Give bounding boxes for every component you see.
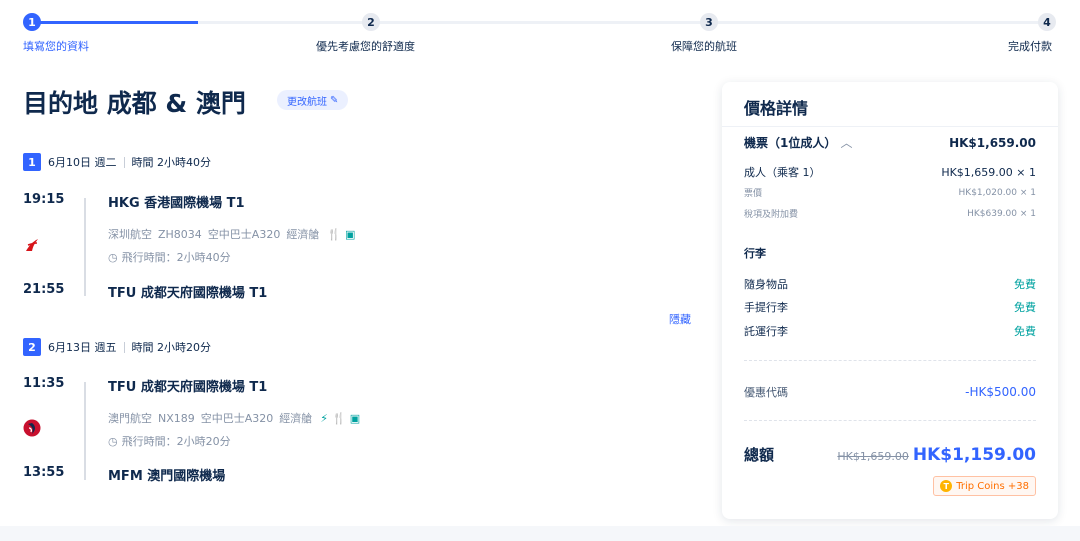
- trip-coins-badge: T Trip Coins +38: [933, 476, 1036, 496]
- step-3-circle: 3: [700, 13, 718, 31]
- progress-track-done: [34, 21, 198, 24]
- page-footer-band: [0, 526, 1080, 541]
- meal-icon: 🍴: [332, 411, 346, 425]
- tickets-total: HK$1,659.00: [949, 135, 1036, 150]
- fare-value: HK$1,020.00 × 1: [958, 187, 1036, 198]
- segment-2-number: 2: [23, 338, 41, 356]
- change-flight-label: 更改航班: [287, 96, 327, 108]
- discounted-total: HK$1,159.00: [912, 444, 1036, 465]
- coin-icon: T: [940, 480, 953, 492]
- carry-on-value: 免費: [1014, 301, 1036, 314]
- divider: [744, 360, 1036, 361]
- price-details-title: 價格詳情: [744, 99, 809, 118]
- segment-1-date: 6月10日 週二: [48, 156, 117, 169]
- personal-item-value: 免費: [1014, 278, 1036, 291]
- segment-2-airline: 澳門航空: [108, 412, 152, 425]
- tax-label: 稅項及附加費: [744, 210, 799, 220]
- clock-icon: ◷: [108, 250, 118, 264]
- segment-1-duration: 時間 2小時40分: [131, 156, 212, 169]
- hide-details-link[interactable]: 隱藏: [669, 311, 691, 327]
- power-icon: ⚡: [320, 411, 329, 425]
- change-flight-button[interactable]: 更改航班 ✎: [277, 90, 349, 110]
- segment-1-flight-number: ZH8034: [158, 227, 202, 241]
- step-4-label: 完成付款: [1008, 40, 1052, 53]
- divider: [123, 341, 125, 353]
- tax-value: HK$639.00 × 1: [967, 208, 1036, 219]
- segment-2-flight-duration: 飛行時間：2小時20分: [121, 435, 231, 448]
- divider: [123, 156, 125, 168]
- segment-1-arrival-airport: TFU 成都天府國際機場 T1: [108, 286, 268, 301]
- meal-icon: 🍴: [327, 227, 342, 241]
- step-1-label: 填寫您的資料: [23, 40, 89, 53]
- adult-label: 成人（乘客 1）: [744, 166, 821, 179]
- edit-icon: ✎: [330, 94, 339, 106]
- entertainment-icon: ▣: [349, 411, 361, 425]
- step-4-circle: 4: [1038, 13, 1056, 31]
- step-2-label: 優先考慮您的舒適度: [316, 40, 415, 53]
- baggage-row: 手提行李 免費: [744, 299, 1036, 315]
- segment-1-departure-time: 19:15: [23, 192, 65, 207]
- adult-value: HK$1,659.00 × 1: [941, 165, 1036, 179]
- promo-row: 優惠代碼 -HK$500.00: [744, 384, 1036, 400]
- segment-2-flight-duration-row: ◷ 飛行時間：2小時20分: [108, 433, 231, 449]
- total-label: 總額: [744, 446, 775, 464]
- personal-item-label: 隨身物品: [744, 278, 788, 291]
- fare-label: 票價: [744, 189, 763, 199]
- promo-label: 優惠代碼: [744, 386, 788, 399]
- price-details-card: 價格詳情 機票（1位成人） ︿ HK$1,659.00 成人（乘客 1） HK$…: [722, 82, 1058, 519]
- step-2-circle: 2: [362, 13, 380, 31]
- segment-1-timeline: [84, 198, 86, 296]
- segment-2-aircraft: 空中巴士A320: [200, 412, 274, 425]
- baggage-row: 隨身物品 免費: [744, 276, 1036, 292]
- segment-2-flight-number: NX189: [158, 411, 195, 425]
- divider: [722, 126, 1058, 127]
- baggage-row: 託運行李 免費: [744, 323, 1036, 339]
- segment-1-cabin: 經濟艙: [286, 228, 320, 241]
- segment-2-arrival-airport: MFM 澳門國際機場: [108, 469, 226, 484]
- step-3-label: 保障您的航班: [671, 40, 737, 53]
- page-title: 目的地 成都 & 澳門: [23, 89, 246, 118]
- segment-2-departure-time: 11:35: [23, 376, 65, 391]
- segment-2-flight-info: 澳門航空 NX189 空中巴士A320 經濟艙 ⚡ 🍴 ▣: [108, 410, 360, 426]
- segment-2-date: 6月13日 週五: [48, 341, 117, 354]
- air-macau-logo: [23, 419, 41, 437]
- segment-1-flight-duration: 飛行時間：2小時40分: [121, 251, 231, 264]
- segment-2-arrival-time: 13:55: [23, 465, 65, 480]
- carry-on-label: 手提行李: [744, 301, 788, 314]
- segment-1-arrival-time: 21:55: [23, 282, 65, 297]
- segment-2-departure-airport: TFU 成都天府國際機場 T1: [108, 380, 268, 395]
- baggage-title: 行李: [744, 247, 766, 260]
- segment-1-aircraft: 空中巴士A320: [207, 228, 281, 241]
- tax-row: 稅項及附加費 HK$639.00 × 1: [744, 207, 1036, 221]
- segment-1-header: 1 6月10日 週二 時間 2小時40分: [23, 153, 211, 171]
- original-total: HK$1,659.00: [837, 449, 909, 463]
- step-1-circle: 1: [23, 13, 41, 31]
- promo-value: -HK$500.00: [965, 385, 1036, 399]
- checked-baggage-value: 免費: [1014, 325, 1036, 338]
- adult-row: 成人（乘客 1） HK$1,659.00 × 1: [744, 164, 1036, 180]
- baggage-header: 行李: [744, 245, 1036, 261]
- total-row: 總額 HK$1,659.00 HK$1,159.00: [744, 444, 1036, 465]
- segment-1-flight-info: 深圳航空 ZH8034 空中巴士A320 經濟艙 🍴 ▣: [108, 226, 355, 242]
- segment-2-timeline: [84, 382, 86, 480]
- clock-icon: ◷: [108, 434, 118, 448]
- progress-track-remaining: [198, 21, 1040, 24]
- shenzhen-airlines-logo: [26, 239, 38, 251]
- tickets-row[interactable]: 機票（1位成人） ︿ HK$1,659.00: [744, 134, 1036, 151]
- segment-2-duration: 時間 2小時20分: [131, 341, 212, 354]
- segment-1-flight-duration-row: ◷ 飛行時間：2小時40分: [108, 249, 231, 265]
- divider: [744, 420, 1036, 421]
- segment-2-cabin: 經濟艙: [279, 412, 313, 425]
- segment-1-departure-airport: HKG 香港國際機場 T1: [108, 196, 245, 211]
- progress-stepper: 1 2 3 4 填寫您的資料 優先考慮您的舒適度 保障您的航班 完成付款: [0, 0, 1080, 60]
- chevron-up-icon: ︿: [840, 136, 853, 150]
- segment-1-airline: 深圳航空: [108, 228, 152, 241]
- entertainment-icon: ▣: [345, 227, 356, 241]
- segment-2-header: 2 6月13日 週五 時間 2小時20分: [23, 338, 211, 356]
- checked-baggage-label: 託運行李: [744, 325, 788, 338]
- fare-row: 票價 HK$1,020.00 × 1: [744, 186, 1036, 200]
- segment-1-number: 1: [23, 153, 41, 171]
- tickets-label: 機票（1位成人）: [744, 136, 837, 150]
- trip-coins-text: Trip Coins +38: [956, 480, 1029, 492]
